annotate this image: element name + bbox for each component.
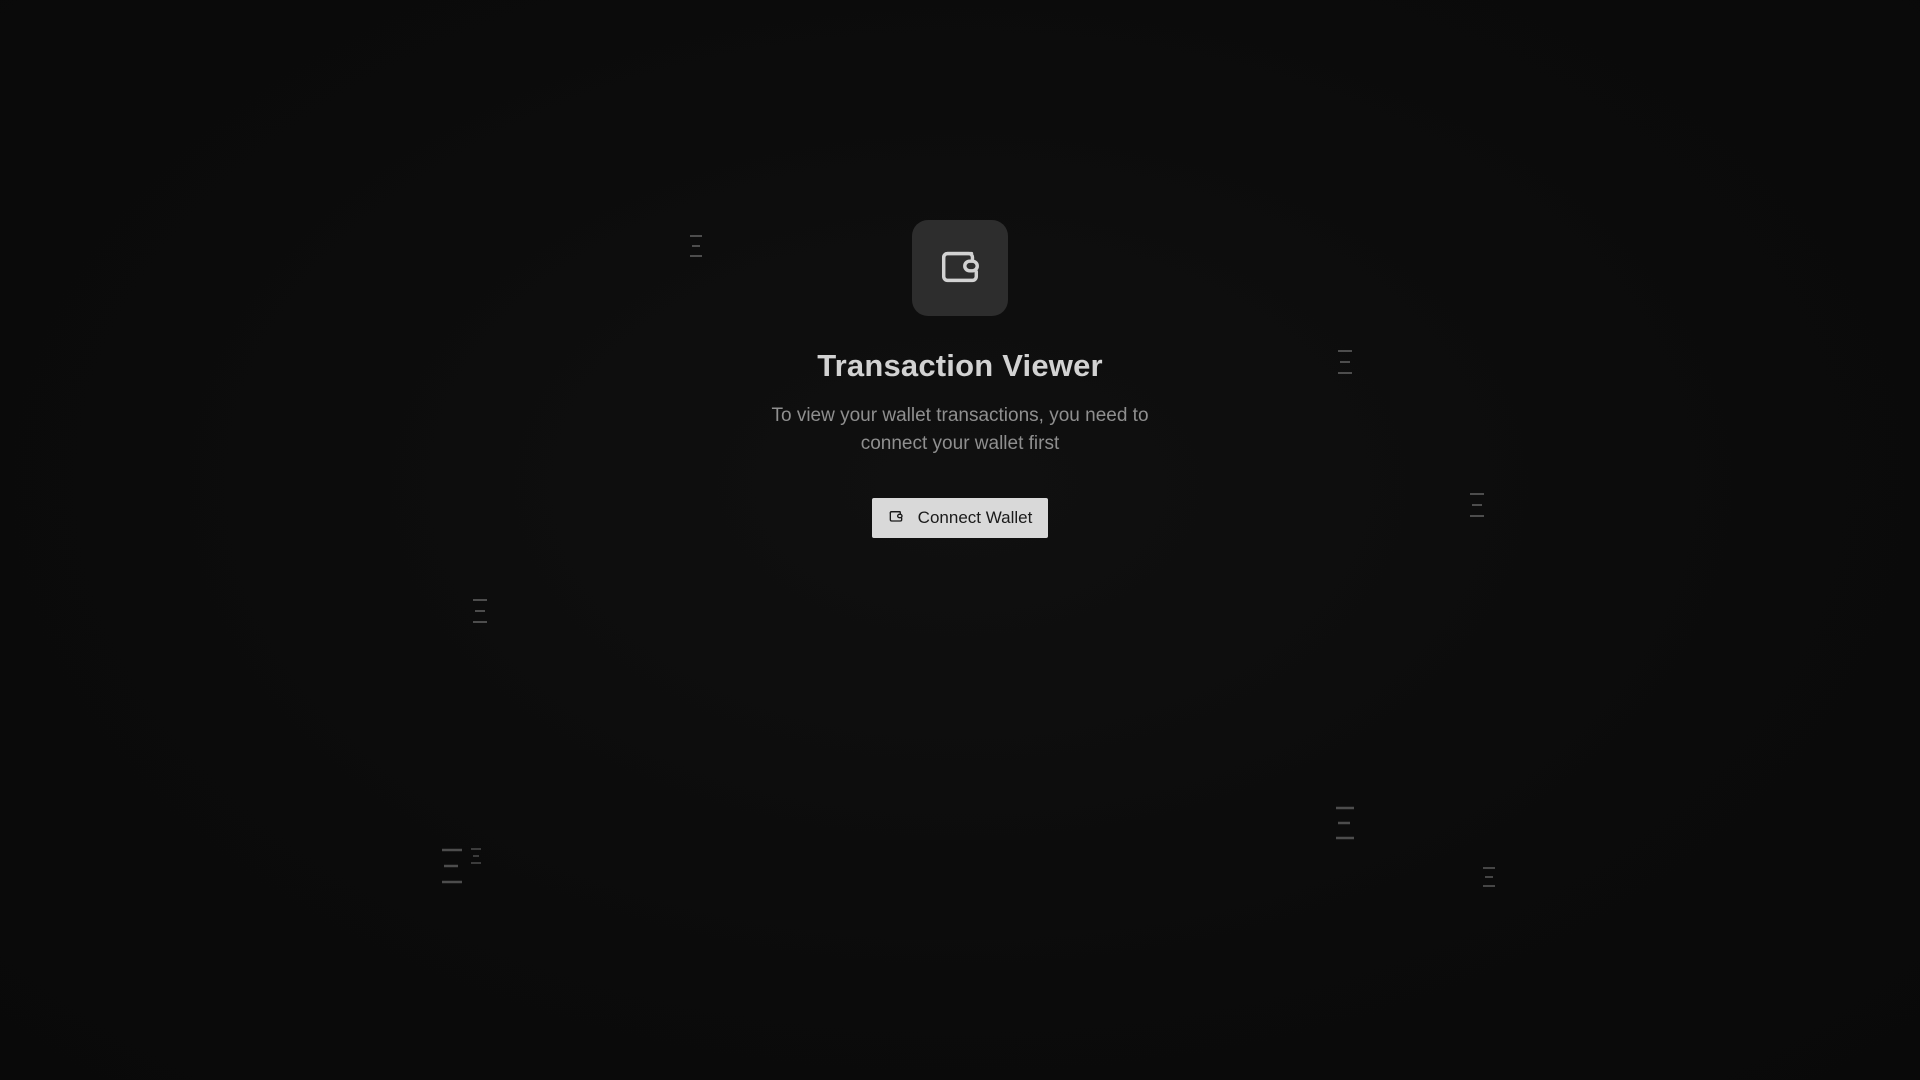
list-lines-icon [1334,805,1356,841]
page-subtitle: To view your wallet transactions, you ne… [771,405,1149,454]
wallet-icon [888,508,904,529]
list-lines-icon [471,597,489,625]
connect-wallet-label: Connect Wallet [917,508,1033,527]
connect-wallet-button[interactable]: Connect Wallet [871,498,1049,538]
wallet-icon [937,243,983,294]
list-lines-icon [1482,866,1496,888]
page: Transaction Viewer To view your wallet t… [0,0,1920,1080]
connect-prompt: Transaction Viewer To view your wallet t… [0,220,1920,538]
list-lines-icon [470,847,482,865]
list-lines-icon [440,846,464,886]
page-title: Transaction Viewer [817,348,1103,383]
app-logo [912,220,1008,316]
